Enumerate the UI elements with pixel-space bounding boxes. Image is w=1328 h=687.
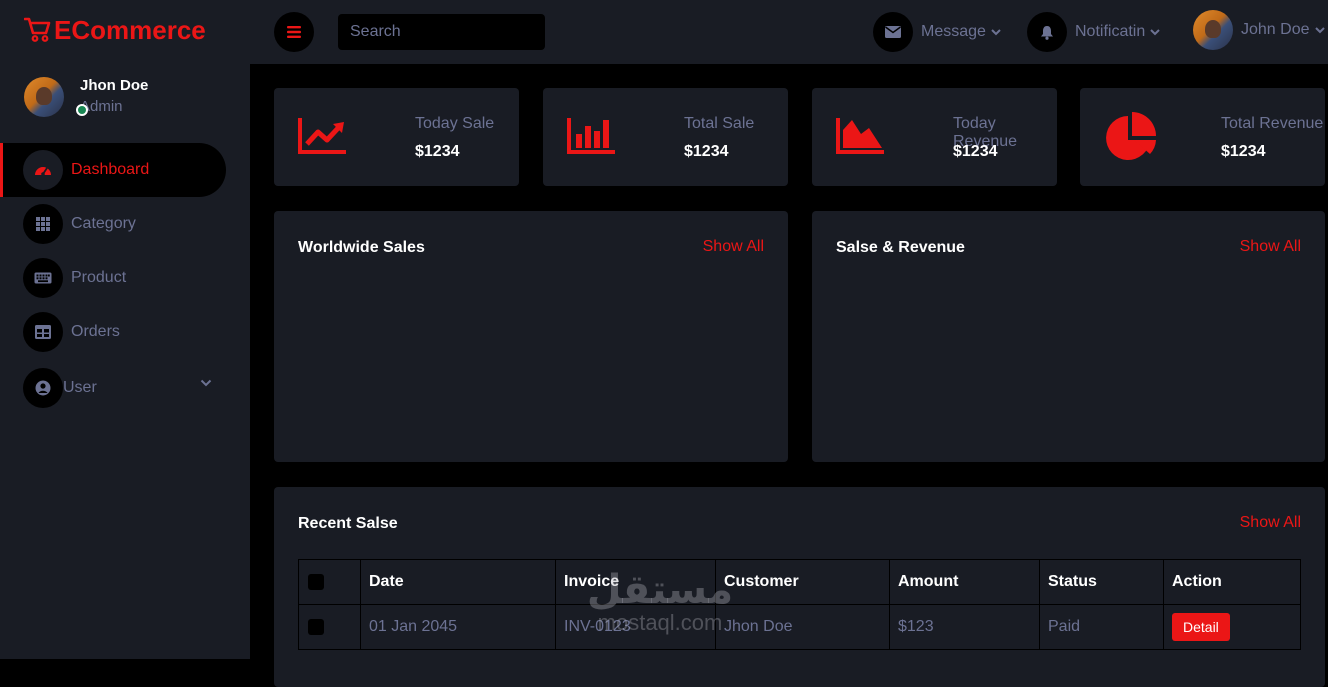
- panel-title: Recent Salse: [298, 515, 398, 532]
- sidebar-item-dashboard[interactable]: Dashboard: [0, 143, 226, 197]
- cell-date: 01 Jan 2045: [360, 604, 556, 650]
- user-circle-icon: [23, 368, 63, 408]
- chevron-down-icon: [1314, 26, 1325, 33]
- sidebar-item-label: User: [63, 379, 97, 396]
- chart-pie-icon: [1106, 112, 1156, 160]
- panel-title: Salse & Revenue: [836, 239, 965, 256]
- stat-card-today-sale: Today Sale $1234: [274, 88, 519, 186]
- column-header-amount[interactable]: Amount: [889, 559, 1040, 605]
- column-header-customer[interactable]: Customer: [715, 559, 890, 605]
- stat-label: Today Sale: [415, 115, 495, 132]
- message-label: Message: [921, 23, 986, 40]
- stat-value: $1234: [1221, 143, 1266, 160]
- stat-value: $1234: [684, 143, 729, 160]
- chart-area-icon: [836, 118, 884, 154]
- envelope-icon: [873, 12, 913, 52]
- stat-value: $1234: [953, 143, 998, 160]
- sidebar-item-user[interactable]: User: [0, 359, 250, 417]
- chevron-down-icon: [991, 28, 1001, 35]
- sales-revenue-panel: Salse & Revenue Show All: [812, 211, 1325, 462]
- column-header-status[interactable]: Status: [1039, 559, 1164, 605]
- worldwide-sales-panel: Worldwide Sales Show All: [274, 211, 788, 462]
- grid-icon: [23, 204, 63, 244]
- select-all-header: [298, 559, 361, 605]
- brand-logo[interactable]: ECommerce: [24, 14, 206, 46]
- avatar: [1193, 10, 1233, 50]
- cell-amount: $123: [889, 604, 1040, 650]
- stat-card-total-revenue: Total Revenue $1234: [1080, 88, 1325, 186]
- stat-value: $1234: [415, 143, 460, 160]
- sidebar-profile: Jhon Doe Admin: [24, 76, 148, 118]
- keyboard-icon: [23, 258, 63, 298]
- hamburger-icon: [287, 26, 301, 38]
- online-status-dot: [76, 104, 88, 116]
- column-header-action[interactable]: Action: [1163, 559, 1301, 605]
- chevron-down-icon[interactable]: [200, 379, 212, 387]
- show-all-link[interactable]: Show All: [703, 238, 764, 256]
- stat-card-total-sale: Total Sale $1234: [543, 88, 788, 186]
- profile-role: Admin: [80, 98, 123, 115]
- profile-name: Jhon Doe: [80, 77, 149, 94]
- user-label: John Doe: [1241, 21, 1310, 38]
- sidebar-item-label: Dashboard: [71, 161, 150, 178]
- table-icon: [23, 312, 63, 352]
- cell-action: Detail: [1163, 604, 1301, 650]
- recent-sales-table: Date Invoice Customer Amount Status Acti…: [298, 559, 1301, 650]
- stat-card-today-revenue: Today Revenue $1234: [812, 88, 1057, 186]
- table-header-row: Date Invoice Customer Amount Status Acti…: [298, 559, 1301, 605]
- recent-sales-panel: Recent Salse Show All Date Invoice Custo…: [274, 487, 1325, 687]
- column-header-date[interactable]: Date: [360, 559, 556, 605]
- show-all-link[interactable]: Show All: [1240, 238, 1301, 256]
- panel-title: Worldwide Sales: [298, 239, 425, 256]
- sidebar-item-label: Category: [71, 215, 136, 232]
- sidebar-nav: Dashboard Category Product Orders User: [0, 143, 250, 417]
- stat-label: Total Sale: [684, 115, 755, 132]
- cell-invoice: INV-0123: [555, 604, 716, 650]
- sidebar-item-label: Orders: [71, 323, 120, 340]
- column-header-invoice[interactable]: Invoice: [555, 559, 716, 605]
- sidebar-toggle-button[interactable]: [274, 12, 314, 52]
- topbar: Message Notificatin John Doe: [250, 0, 1328, 64]
- chart-line-icon: [298, 118, 346, 154]
- stat-label: Total Revenue: [1221, 115, 1324, 132]
- row-checkbox[interactable]: [308, 618, 324, 635]
- search-input[interactable]: [338, 14, 545, 50]
- sidebar: ECommerce Jhon Doe Admin Dashboard Categ…: [0, 0, 250, 659]
- brand-name: ECommerce: [54, 14, 206, 45]
- sidebar-item-orders[interactable]: Orders: [0, 305, 250, 359]
- show-all-link[interactable]: Show All: [1240, 514, 1301, 532]
- sidebar-item-product[interactable]: Product: [0, 251, 250, 305]
- chart-bar-icon: [567, 118, 615, 154]
- notification-dropdown[interactable]: Notificatin: [1027, 12, 1160, 52]
- bell-icon: [1027, 12, 1067, 52]
- cell-status: Paid: [1039, 604, 1164, 650]
- chevron-down-icon: [1150, 28, 1160, 35]
- select-all-checkbox[interactable]: [308, 573, 324, 590]
- table-row: 01 Jan 2045 INV-0123 Jhon Doe $123 Paid …: [298, 604, 1301, 650]
- message-dropdown[interactable]: Message: [873, 12, 1001, 52]
- sidebar-item-label: Product: [71, 269, 127, 286]
- detail-button[interactable]: Detail: [1172, 613, 1230, 641]
- tachometer-icon: [23, 150, 63, 190]
- row-select-cell: [298, 604, 361, 650]
- sidebar-item-category[interactable]: Category: [0, 197, 250, 251]
- shopping-cart-icon: [24, 17, 51, 42]
- cell-customer: Jhon Doe: [715, 604, 890, 650]
- user-dropdown[interactable]: John Doe: [1193, 10, 1325, 50]
- notification-label: Notificatin: [1075, 23, 1146, 40]
- avatar: [24, 77, 64, 117]
